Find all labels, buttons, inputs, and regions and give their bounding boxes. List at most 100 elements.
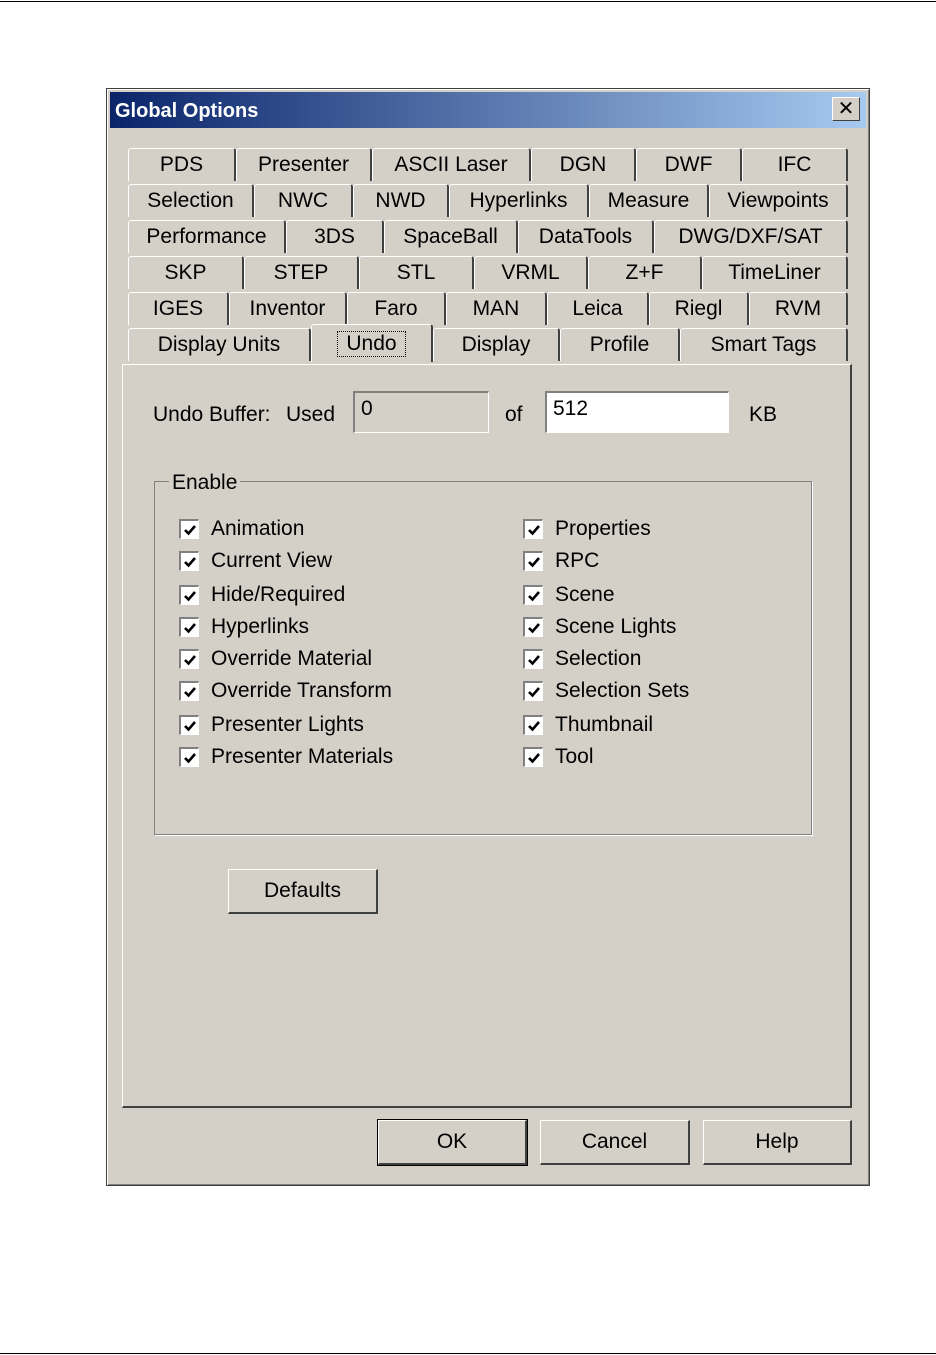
tab-rvm[interactable]: RVM xyxy=(749,292,848,325)
enable-hide-required-checkbox[interactable]: Hide/Required xyxy=(179,583,345,607)
tab-vrml[interactable]: VRML xyxy=(474,256,588,289)
checkmark-icon[interactable] xyxy=(179,715,199,735)
tab-inventor[interactable]: Inventor xyxy=(229,292,347,325)
dialog-title: Global Options xyxy=(115,100,259,122)
checkmark-icon[interactable] xyxy=(523,519,543,539)
tab-label: Display xyxy=(461,333,531,356)
tab-nwd[interactable]: NWD xyxy=(353,184,449,217)
tab-profile[interactable]: Profile xyxy=(560,328,680,361)
checkbox-label: Scene Lights xyxy=(555,615,677,638)
tab-faro[interactable]: Faro xyxy=(347,292,446,325)
close-button[interactable]: ✕ xyxy=(832,97,860,121)
tab-timeliner[interactable]: TimeLiner xyxy=(702,256,848,289)
tab-selection[interactable]: Selection xyxy=(128,184,254,217)
ok-button[interactable]: OK xyxy=(377,1119,528,1166)
checkmark-icon[interactable] xyxy=(179,585,199,605)
enable-tool-checkbox[interactable]: Tool xyxy=(523,745,594,769)
enable-rpc-checkbox[interactable]: RPC xyxy=(523,549,599,573)
enable-presenter-lights-checkbox[interactable]: Presenter Lights xyxy=(179,713,364,737)
tab-dwg-dxf-sat[interactable]: DWG/DXF/SAT xyxy=(654,220,848,253)
checkbox-label: RPC xyxy=(555,549,600,572)
tab-label: PDS xyxy=(159,153,204,176)
tab-performance[interactable]: Performance xyxy=(128,220,286,253)
enable-scene-lights-checkbox[interactable]: Scene Lights xyxy=(523,615,676,639)
tab-datatools[interactable]: DataTools xyxy=(518,220,654,253)
help-button[interactable]: Help xyxy=(703,1120,852,1165)
checkmark-icon[interactable] xyxy=(179,649,199,669)
tab-skp[interactable]: SKP xyxy=(128,256,244,289)
tab-riegl[interactable]: Riegl xyxy=(649,292,749,325)
page-bottom-rule xyxy=(0,1353,936,1354)
checkmark-icon[interactable] xyxy=(523,681,543,701)
tab-dwf[interactable]: DWF xyxy=(636,148,742,181)
of-label: of xyxy=(505,403,523,426)
tab-ifc[interactable]: IFC xyxy=(742,148,848,181)
checkbox-label: Presenter Materials xyxy=(211,745,394,768)
enable-current-view-checkbox[interactable]: Current View xyxy=(179,549,332,573)
tab-label: Display Units xyxy=(157,333,281,356)
checkmark-icon[interactable] xyxy=(523,747,543,767)
tab-man[interactable]: MAN xyxy=(446,292,547,325)
tab-measure[interactable]: Measure xyxy=(589,184,709,217)
enable-properties-checkbox[interactable]: Properties xyxy=(523,517,651,541)
enable-override-transform-checkbox[interactable]: Override Transform xyxy=(179,679,392,703)
enable-thumbnail-checkbox[interactable]: Thumbnail xyxy=(523,713,653,737)
enable-group-label: Enable xyxy=(169,471,241,495)
tab-display-units[interactable]: Display Units xyxy=(128,328,311,361)
tab-z-f[interactable]: Z+F xyxy=(588,256,702,289)
checkmark-icon[interactable] xyxy=(523,715,543,735)
tab-display[interactable]: Display xyxy=(433,328,560,361)
tab-label: NWC xyxy=(277,189,329,212)
tab-3ds[interactable]: 3DS xyxy=(286,220,384,253)
checkmark-icon[interactable] xyxy=(179,617,199,637)
enable-selection-checkbox[interactable]: Selection xyxy=(523,647,641,671)
tab-label: SpaceBall xyxy=(403,225,498,248)
tab-label: Profile xyxy=(589,333,650,356)
checkbox-label: Tool xyxy=(555,745,594,768)
checkbox-label: Hyperlinks xyxy=(211,615,310,638)
checkmark-icon[interactable] xyxy=(523,617,543,637)
tab-nwc[interactable]: NWC xyxy=(254,184,353,217)
checkmark-icon[interactable] xyxy=(523,551,543,571)
checkbox-label: Override Material xyxy=(211,647,373,670)
tab-label: Presenter xyxy=(257,153,350,176)
tab-label: TimeLiner xyxy=(728,261,821,284)
checkmark-icon[interactable] xyxy=(179,519,199,539)
enable-presenter-materials-checkbox[interactable]: Presenter Materials xyxy=(179,745,393,769)
enable-animation-checkbox[interactable]: Animation xyxy=(179,517,304,541)
checkbox-label: Properties xyxy=(555,517,651,540)
checkmark-icon[interactable] xyxy=(179,747,199,767)
undo-tab-panel: Undo Buffer: Used 0 of 512 KB Enable Ani… xyxy=(122,364,852,1108)
tab-viewpoints[interactable]: Viewpoints xyxy=(709,184,848,217)
tab-leica[interactable]: Leica xyxy=(547,292,649,325)
checkmark-icon[interactable] xyxy=(179,551,199,571)
checkmark-icon[interactable] xyxy=(523,649,543,669)
tab-step[interactable]: STEP xyxy=(244,256,359,289)
tab-spaceball[interactable]: SpaceBall xyxy=(384,220,518,253)
tab-undo[interactable]: Undo xyxy=(311,324,433,362)
undo-buffer-label: Undo Buffer: xyxy=(153,403,271,426)
tab-presenter[interactable]: Presenter xyxy=(236,148,372,181)
checkbox-label: Scene xyxy=(555,583,615,606)
tab-label: DataTools xyxy=(538,225,633,248)
enable-selection-sets-checkbox[interactable]: Selection Sets xyxy=(523,679,689,703)
tab-stl[interactable]: STL xyxy=(359,256,474,289)
enable-scene-checkbox[interactable]: Scene xyxy=(523,583,615,607)
tab-smart-tags[interactable]: Smart Tags xyxy=(680,328,848,361)
enable-override-material-checkbox[interactable]: Override Material xyxy=(179,647,372,671)
cancel-button[interactable]: Cancel xyxy=(540,1120,690,1165)
tab-label: Undo xyxy=(337,330,406,357)
tab-hyperlinks[interactable]: Hyperlinks xyxy=(449,184,589,217)
tab-label: Performance xyxy=(146,225,267,248)
defaults-button[interactable]: Defaults xyxy=(228,869,378,914)
tab-pds[interactable]: PDS xyxy=(128,148,236,181)
undo-buffer-size-input[interactable]: 512 xyxy=(545,391,729,433)
enable-hyperlinks-checkbox[interactable]: Hyperlinks xyxy=(179,615,309,639)
title-bar[interactable]: Global Options ✕ xyxy=(110,92,866,128)
checkmark-icon[interactable] xyxy=(179,681,199,701)
tab-dgn[interactable]: DGN xyxy=(531,148,636,181)
tab-iges[interactable]: IGES xyxy=(128,292,229,325)
tab-ascii-laser[interactable]: ASCII Laser xyxy=(372,148,531,181)
tab-label: ASCII Laser xyxy=(394,153,508,176)
checkmark-icon[interactable] xyxy=(523,585,543,605)
